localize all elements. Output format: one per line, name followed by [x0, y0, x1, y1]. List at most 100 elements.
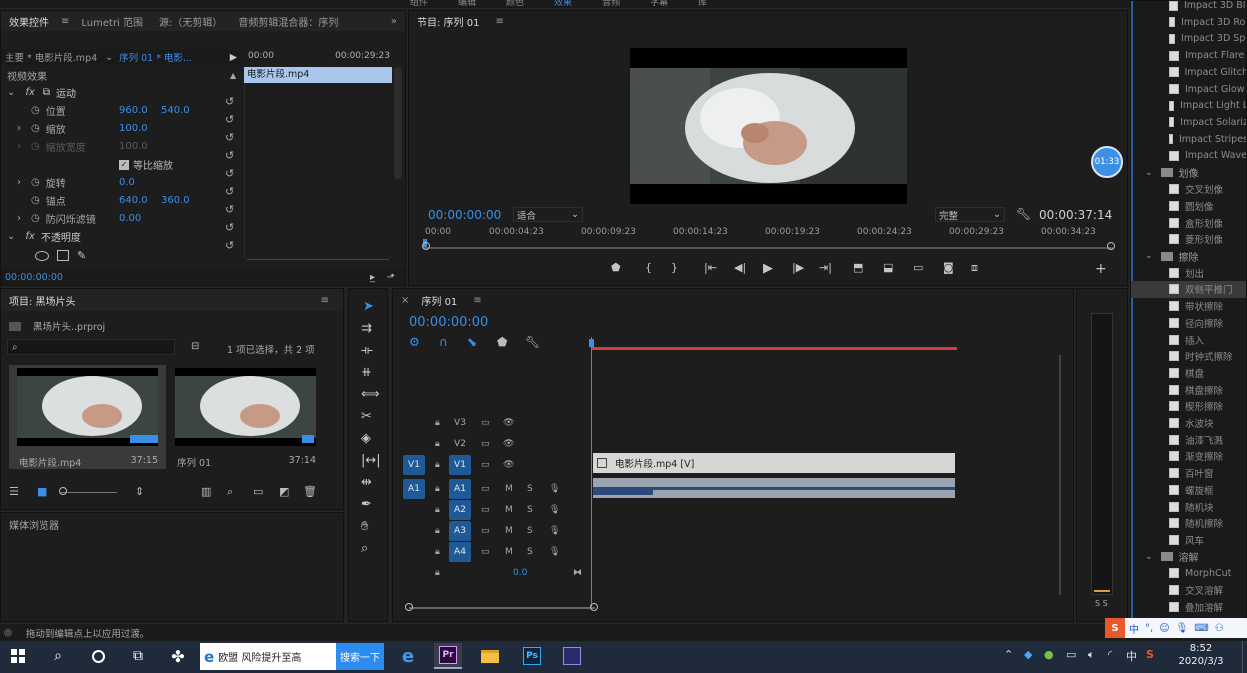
premiere-app-icon[interactable]: Pr	[434, 643, 462, 669]
export-icon[interactable]: ⬏	[387, 272, 395, 283]
project-title[interactable]: 项目: 黑场片头	[1, 293, 84, 308]
timeline-timecode[interactable]: 00:00:00:00	[409, 315, 488, 330]
nest-icon[interactable]: ⚙︎	[409, 335, 420, 349]
tab-audio-mixer[interactable]: 音频剪辑混合器：序列	[230, 14, 346, 29]
new-item-icon[interactable]: ◩	[279, 485, 289, 498]
razor-tool-icon[interactable]: ✂	[361, 409, 372, 424]
effect-controls-hscroll[interactable]	[247, 259, 389, 265]
rotation-value[interactable]: 0.0	[119, 177, 135, 188]
ws-audio[interactable]: 音频	[602, 0, 620, 8]
stopwatch-icon[interactable]: ◷	[31, 213, 40, 224]
track-target-a3[interactable]: A3	[449, 521, 471, 541]
effect-item[interactable]: Impact Light L	[1131, 97, 1246, 114]
sync-lock-icon[interactable]: ▭	[481, 547, 490, 557]
effect-item[interactable]: Impact Stripes	[1131, 131, 1246, 148]
reset-icon[interactable]: ↺	[225, 239, 234, 252]
play-arrow-icon[interactable]: ▶	[230, 52, 241, 63]
list-view-icon[interactable]: ☰	[9, 485, 19, 498]
playhead-line[interactable]	[591, 337, 592, 607]
mute-button[interactable]: M	[505, 547, 513, 557]
ws-assembly[interactable]: 组件	[410, 0, 428, 8]
effect-item[interactable]: 时钟式擦除	[1131, 348, 1246, 365]
go-to-out-icon[interactable]: ⇥|	[819, 261, 832, 274]
reset-icon[interactable]: ↺	[225, 95, 234, 108]
track-target-v3[interactable]: V3	[449, 413, 471, 433]
effect-item[interactable]: 棋盘擦除	[1131, 381, 1246, 398]
cortana-icon[interactable]	[84, 643, 112, 669]
mute-button[interactable]: M	[505, 505, 513, 515]
mute-button[interactable]: M	[505, 526, 513, 536]
master-volume[interactable]: 0.0	[513, 568, 527, 578]
quality-dropdown[interactable]: 完整 ⌄	[935, 207, 1005, 222]
effect-item[interactable]: 渐变擦除	[1131, 448, 1246, 465]
source-patch-v1[interactable]: V1	[403, 455, 425, 475]
timeline-vscroll[interactable]	[1059, 355, 1061, 595]
extract-icon[interactable]: ⬓	[883, 261, 893, 274]
ime-mode[interactable]: 中	[1129, 621, 1139, 636]
solo-button[interactable]: S	[527, 526, 533, 536]
scale-value[interactable]: 100.0	[119, 123, 148, 134]
timeline-hscroll[interactable]	[409, 607, 595, 609]
effect-item[interactable]: 径向擦除	[1131, 314, 1246, 331]
effect-item[interactable]: Impact Solariz	[1131, 114, 1246, 131]
effect-item[interactable]: 随机擦除	[1131, 515, 1246, 532]
tab-source[interactable]: 源:（无剪辑）	[151, 14, 230, 29]
close-icon[interactable]: ×	[393, 295, 413, 306]
effect-item[interactable]: 水波块	[1131, 415, 1246, 432]
mic-icon[interactable]: 🎙︎	[549, 526, 560, 536]
keyboard-icon[interactable]: ⌨	[1194, 623, 1208, 634]
sort-icon[interactable]: ⇕	[135, 485, 144, 498]
ws-libraries[interactable]: 库	[698, 0, 707, 8]
effect-item[interactable]: 双侧平推门	[1131, 280, 1246, 298]
expand-arrow-icon[interactable]: ⌄	[7, 87, 15, 98]
selection-tool-icon[interactable]: ➤	[363, 299, 374, 314]
export-frame-icon[interactable]: ◙	[943, 261, 954, 274]
zoom-handle-right[interactable]	[1107, 242, 1115, 250]
audio-clip[interactable]	[593, 478, 955, 498]
track-target-v1[interactable]: V1	[449, 455, 471, 475]
mini-scrollbar[interactable]	[394, 67, 402, 179]
hscroll-handle-left[interactable]	[405, 603, 413, 611]
sync-lock-icon[interactable]: ▭	[481, 418, 490, 428]
effect-item[interactable]: 楔形擦除	[1131, 398, 1246, 415]
ws-editing[interactable]: 编辑	[458, 0, 476, 8]
punctuation-icon[interactable]: °,	[1145, 623, 1153, 634]
ws-effects[interactable]: 效果	[554, 0, 572, 8]
chevron-down-icon[interactable]: ⌄	[1145, 168, 1153, 178]
reset-icon[interactable]: ↺	[225, 113, 234, 126]
slip-tool-icon[interactable]: ◈	[361, 431, 371, 446]
tray-chevron-icon[interactable]: ⌃	[1004, 648, 1013, 661]
track-target-a4[interactable]: A4	[449, 542, 471, 562]
ime-toolbar[interactable]: S 中 °, ☺ 🎙︎ ⌨ ⚇	[1105, 618, 1247, 638]
rate-stretch-icon[interactable]: ⟺	[361, 387, 380, 402]
anchor-y-value[interactable]: 360.0	[161, 195, 190, 206]
stopwatch-icon[interactable]: ◷	[31, 105, 40, 116]
panel-menu-icon[interactable]: ≡	[487, 16, 511, 27]
zoom-slider[interactable]	[61, 492, 117, 493]
program-video-frame[interactable]	[630, 48, 907, 204]
opacity-row[interactable]: ⌄ fx 不透明度	[7, 228, 81, 245]
zoom-handle-left[interactable]	[422, 242, 430, 250]
effect-item[interactable]: Impact Wave	[1131, 147, 1246, 164]
voice-icon[interactable]: 🎙︎	[1176, 623, 1189, 634]
rolling-edit-icon[interactable]: ⧺	[361, 365, 372, 380]
effect-item[interactable]: 百叶窗	[1131, 465, 1246, 482]
effect-item[interactable]: 油漆飞溅	[1131, 431, 1246, 448]
effect-item[interactable]: 交叉溶解	[1131, 582, 1246, 599]
program-timecode[interactable]: 00:00:00:00	[428, 208, 501, 222]
add-button-icon[interactable]: +	[1095, 261, 1107, 277]
effect-item[interactable]: 交叉划像	[1131, 181, 1246, 198]
lock-icon[interactable]: 🔒︎	[435, 547, 440, 557]
anti-flicker-value[interactable]: 0.00	[119, 213, 141, 224]
stopwatch-icon[interactable]: ◷	[31, 177, 40, 188]
effect-item[interactable]: 盒形划像	[1131, 214, 1246, 231]
mini-clip[interactable]: 电影片段.mp4	[244, 67, 392, 83]
effect-item[interactable]: Impact Glow	[1131, 81, 1246, 98]
go-to-in-icon[interactable]: |⇤	[704, 261, 717, 274]
lock-icon[interactable]: 🔒︎	[435, 439, 440, 449]
filter-icon[interactable]: ▸̲	[370, 272, 375, 283]
panel-menu-icon[interactable]: ≡	[313, 295, 343, 306]
tab-lumetri[interactable]: Lumetri 范围	[73, 14, 151, 29]
mark-out-icon[interactable]: }	[671, 261, 678, 274]
ws-captions[interactable]: 字幕	[650, 0, 668, 8]
